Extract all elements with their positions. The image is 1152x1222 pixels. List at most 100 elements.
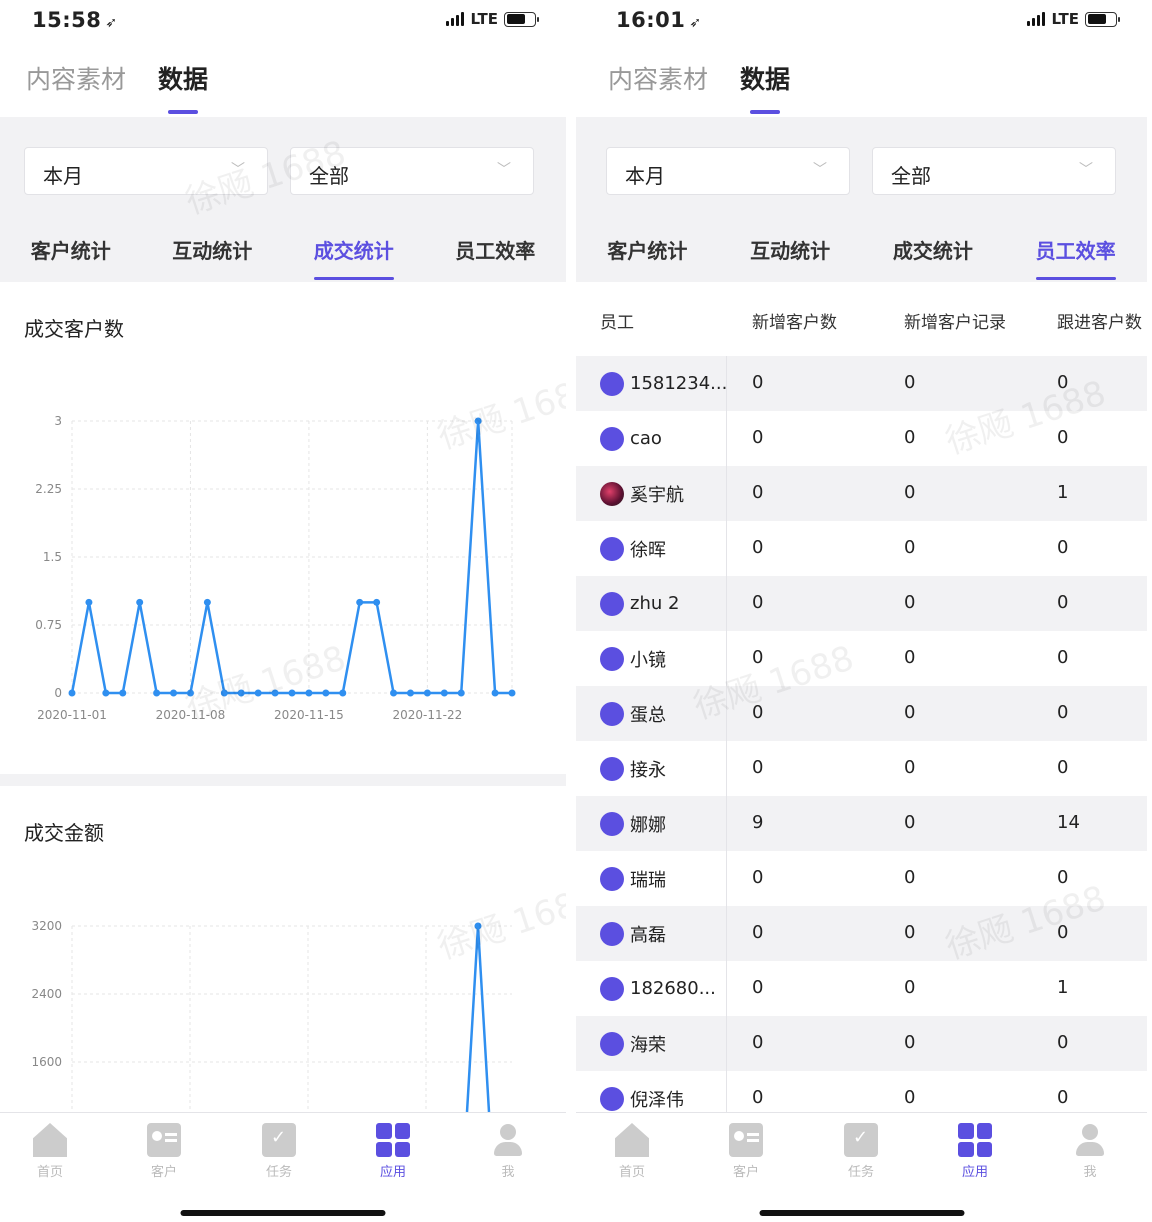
tabbar-home[interactable]: 首页	[602, 1123, 662, 1180]
apps-grid-icon	[958, 1123, 992, 1157]
tabbar-customers[interactable]: 客户	[716, 1123, 776, 1180]
avatar	[600, 811, 624, 836]
tab-customer-stats[interactable]: 客户统计	[31, 235, 111, 280]
chevron-down-icon: ﹀	[1079, 162, 1093, 178]
staff-name: 182680...	[630, 978, 716, 999]
tab-staff-efficiency[interactable]: 员工效率	[455, 235, 535, 280]
top-tabs: 内容素材 数据	[608, 60, 790, 116]
table-row[interactable]: 徐晖 0 0 0	[576, 521, 1147, 576]
tab-customer-stats[interactable]: 客户统计	[607, 235, 687, 280]
signal-icon	[1027, 12, 1046, 26]
tab-interaction-stats[interactable]: 互动统计	[750, 235, 830, 280]
staff-name: 接永	[630, 759, 666, 781]
table-row[interactable]: 瑞瑞 0 0 0	[576, 851, 1147, 906]
new-customers-value: 0	[752, 977, 764, 998]
home-icon	[33, 1123, 67, 1157]
new-customers-value: 0	[752, 482, 764, 503]
tab-content-material[interactable]: 内容素材	[608, 60, 708, 116]
table-row[interactable]: 奚宇航 0 0 1	[576, 466, 1147, 521]
table-row[interactable]: zhu 2 0 0 0	[576, 576, 1147, 631]
x-tick-label: 2020-11-15	[274, 708, 344, 722]
tab-data[interactable]: 数据	[158, 60, 208, 116]
data-point	[423, 689, 431, 697]
staff-name: 娜娜	[630, 814, 666, 836]
staff-name: 倪泽伟	[630, 1089, 684, 1111]
network-indicators: LTE	[1027, 10, 1120, 28]
tabbar-tasks[interactable]: 任务	[831, 1123, 891, 1180]
scope-value: 全部	[309, 164, 349, 188]
tab-data[interactable]: 数据	[740, 60, 790, 116]
scope-select[interactable]: 全部 ﹀	[290, 147, 534, 195]
y-tick-label: 1600	[31, 1055, 62, 1069]
tabbar-apps[interactable]: 应用	[945, 1123, 1005, 1180]
data-point	[406, 689, 414, 697]
tabbar-apps[interactable]: 应用	[363, 1123, 423, 1180]
followed-value: 0	[1057, 592, 1069, 613]
staff-cell: 高磊	[576, 906, 727, 961]
avatar	[600, 756, 624, 781]
section-gap	[0, 774, 566, 786]
new-customers-value: 0	[752, 647, 764, 668]
tabbar-customers[interactable]: 客户	[134, 1123, 194, 1180]
data-point	[508, 689, 516, 697]
tabbar-label: 应用	[961, 1165, 988, 1180]
filter-bar: 本月 ﹀ 全部 ﹀ 客户统计 互动统计 成交统计 员工效率	[576, 117, 1147, 282]
period-value: 本月	[43, 164, 83, 188]
table-row[interactable]: 高磊 0 0 0	[576, 906, 1147, 961]
avatar	[600, 866, 624, 891]
screen-divider	[566, 0, 576, 1222]
tabbar-me[interactable]: 我	[478, 1123, 538, 1180]
location-icon: ➶	[105, 15, 118, 31]
new-customers-value: 0	[752, 867, 764, 888]
new-records-value: 0	[904, 482, 916, 503]
table-row[interactable]: 182680... 0 0 1	[576, 961, 1147, 1016]
tabbar-home[interactable]: 首页	[20, 1123, 80, 1180]
period-select[interactable]: 本月 ﹀	[24, 147, 268, 195]
tab-deal-stats[interactable]: 成交统计	[313, 235, 394, 280]
data-point	[153, 689, 161, 697]
data-point	[68, 689, 76, 697]
data-point	[491, 689, 499, 697]
deal-amount-chart: 1600 2400 3200	[31, 919, 512, 1112]
tabbar-tasks[interactable]: 任务	[249, 1123, 309, 1180]
tab-interaction-stats[interactable]: 互动统计	[172, 235, 252, 280]
tab-content-material[interactable]: 内容素材	[26, 60, 126, 116]
followed-value: 1	[1057, 977, 1069, 998]
tab-deal-stats[interactable]: 成交统计	[893, 235, 973, 280]
staff-name: 徐晖	[630, 539, 666, 561]
followed-value: 1	[1057, 482, 1069, 503]
battery-icon	[504, 11, 539, 27]
period-select[interactable]: 本月 ﹀	[606, 147, 850, 195]
table-row[interactable]: 海荣 0 0 0	[576, 1016, 1147, 1071]
network-type: LTE	[470, 10, 498, 28]
staff-table: 1581234... 0 0 0 cao 0 0 0 奚宇航 0 0 1 徐晖 0 0 0 zhu 2 0 0 0 小镜…	[576, 356, 1147, 1126]
task-check-icon	[262, 1123, 296, 1157]
tabbar-me[interactable]: 我	[1060, 1123, 1120, 1180]
new-customers-value: 0	[752, 1032, 764, 1053]
table-row[interactable]: 1581234... 0 0 0	[576, 356, 1147, 411]
data-point	[440, 689, 448, 697]
new-customers-value: 0	[752, 757, 764, 778]
time-text: 16:01	[616, 8, 686, 32]
col-header-followed: 跟进客户数	[1057, 313, 1142, 333]
new-records-value: 0	[904, 757, 916, 778]
new-customers-value: 0	[752, 1087, 764, 1108]
table-row[interactable]: cao 0 0 0	[576, 411, 1147, 466]
bottom-tabbar: 首页 客户 任务 应用 我	[576, 1112, 1147, 1222]
new-customers-value: 0	[752, 427, 764, 448]
tab-staff-efficiency[interactable]: 员工效率	[1035, 235, 1116, 280]
followed-value: 0	[1057, 647, 1069, 668]
chevron-down-icon: ﹀	[231, 162, 245, 178]
y-tick-label: 1.5	[43, 550, 62, 564]
scope-select[interactable]: 全部 ﹀	[872, 147, 1116, 195]
staff-cell: 1581234...	[576, 356, 727, 411]
table-row[interactable]: 蛋总 0 0 0	[576, 686, 1147, 741]
table-row[interactable]: 接永 0 0 0	[576, 741, 1147, 796]
data-point	[220, 689, 228, 697]
new-customers-value: 0	[752, 922, 764, 943]
scope-value: 全部	[891, 164, 931, 188]
table-row[interactable]: 娜娜 9 0 14	[576, 796, 1147, 851]
table-row[interactable]: 小镜 0 0 0	[576, 631, 1147, 686]
followed-value: 0	[1057, 757, 1069, 778]
network-type: LTE	[1051, 10, 1079, 28]
